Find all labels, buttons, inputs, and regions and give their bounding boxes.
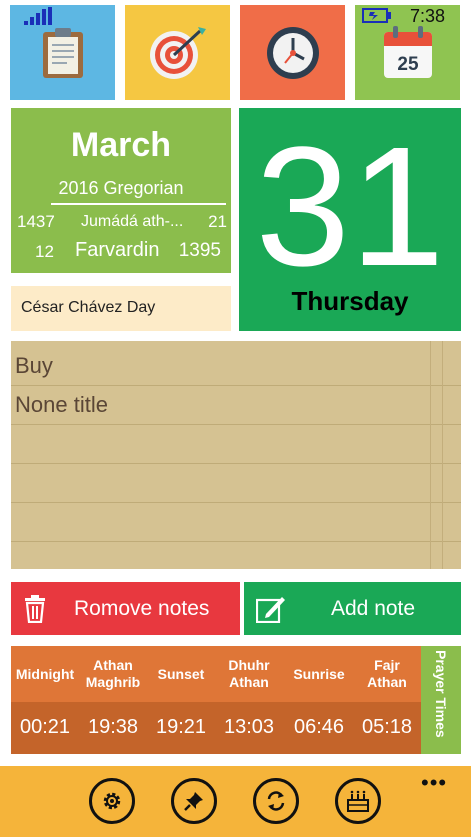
persian-day: 12 <box>35 242 54 261</box>
app-bar: ••• <box>0 766 471 837</box>
hijri-month: Jumádá ath-... <box>81 213 184 230</box>
more-options-button[interactable]: ••• <box>421 770 447 796</box>
battery-icon <box>362 8 391 23</box>
settings-button[interactable] <box>89 778 135 824</box>
prayer-name-sunrise: Sunrise <box>293 665 345 682</box>
signal-icon <box>24 7 52 25</box>
holiday-label[interactable]: César Chávez Day <box>11 286 231 331</box>
hijri-day: 1437 <box>17 212 55 231</box>
divider <box>51 203 226 205</box>
note-item[interactable]: None title <box>15 392 108 418</box>
persian-year: 1395 <box>178 240 221 261</box>
hijri-year: 21 <box>208 212 227 231</box>
month-panel[interactable]: March 2016 Gregorian 1437 Jumádá ath-...… <box>11 108 231 273</box>
prayer-name-fajr: Fajr Athan <box>367 657 407 690</box>
prayer-times-tab[interactable]: Prayer Times <box>421 646 461 754</box>
target-icon <box>149 26 206 79</box>
birthday-cake-icon <box>347 790 369 812</box>
add-note-label: Add note <box>331 597 416 620</box>
prayer-times-label: Prayer Times <box>433 650 449 738</box>
calendar-icon-day: 25 <box>397 54 419 75</box>
weekday-label: Thursday <box>291 286 409 316</box>
remove-notes-label: Romove notes <box>74 597 210 620</box>
prayer-time-maghrib: 19:38 <box>87 716 139 738</box>
status-bar: 7:38 <box>0 0 471 30</box>
prayer-name-sunset: Sunset <box>157 665 205 682</box>
refresh-icon <box>267 791 285 811</box>
prayer-time-sunset: 19:21 <box>155 716 207 738</box>
notes-area[interactable]: Buy None title <box>11 341 461 569</box>
prayer-times-table[interactable]: Midnight Athan Maghrib Sunset Dhuhr Atha… <box>11 646 421 754</box>
remove-notes-button[interactable]: Romove notes <box>11 582 240 635</box>
clock-icon <box>266 26 319 79</box>
persian-month: Farvardin <box>75 239 160 261</box>
prayer-time-fajr: 05:18 <box>361 716 413 738</box>
edit-note-icon <box>256 597 285 623</box>
prayer-time-midnight: 00:21 <box>19 716 71 738</box>
trash-icon <box>25 595 45 623</box>
month-name: March <box>70 126 172 164</box>
add-note-button[interactable]: Add note <box>244 582 461 635</box>
pin-button[interactable] <box>171 778 217 824</box>
prayer-name-dhuhr: Dhuhr Athan <box>228 657 270 690</box>
notes-margin-line <box>430 341 431 569</box>
pin-icon <box>184 792 203 811</box>
note-item[interactable]: Buy <box>15 353 53 379</box>
notes-margin-line <box>442 341 443 569</box>
prayer-time-sunrise: 06:46 <box>293 716 345 738</box>
day-number: 31 <box>255 112 445 302</box>
gregorian-year: 2016 Gregorian <box>58 178 184 198</box>
birthday-button[interactable] <box>335 778 381 824</box>
notes-clipboard-icon <box>42 27 83 78</box>
prayer-name-midnight: Midnight <box>15 665 75 682</box>
calendar-icon: 25 <box>383 25 432 78</box>
refresh-button[interactable] <box>253 778 299 824</box>
prayer-name-maghrib: Athan Maghrib <box>85 657 141 690</box>
status-time: 7:38 <box>410 6 446 26</box>
prayer-time-dhuhr: 13:03 <box>223 716 275 738</box>
settings-icon <box>103 792 121 810</box>
